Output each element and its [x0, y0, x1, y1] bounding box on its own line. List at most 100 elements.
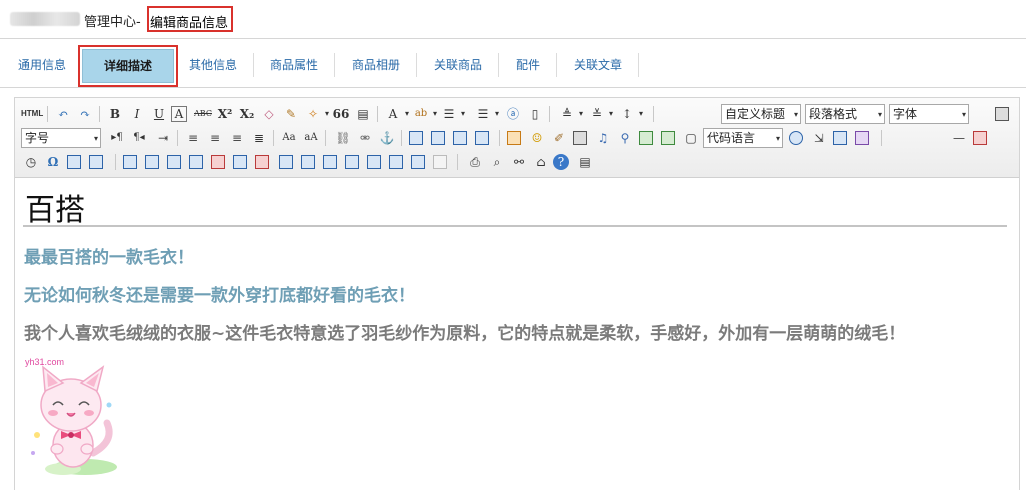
- tab-related-articles[interactable]: 关联文章: [558, 53, 640, 77]
- redo-icon[interactable]: ↷: [75, 104, 95, 124]
- strikethrough-icon[interactable]: ABC: [193, 104, 213, 124]
- image-none-icon[interactable]: [409, 131, 423, 145]
- eraser-icon[interactable]: ◇: [259, 104, 279, 124]
- snapscreen-icon[interactable]: [67, 155, 81, 169]
- breadcrumb-prefix[interactable]: 管理中心-: [84, 11, 141, 30]
- editor-content[interactable]: 百搭 最最百搭的一款毛衣！ 无论如何秋冬还是需要一款外穿打底都好看的毛衣！ 我个…: [15, 179, 1019, 491]
- preview-icon[interactable]: ⌕: [487, 152, 507, 172]
- toolbar-row-2: 字号 ▾ ▸¶ ¶◂ ⇥ ≡ ≡ ≡ ≣ Aa aA ⛓ ⚮ ⚓ ☺ ✐ ♫ ⚲…: [19, 128, 1015, 150]
- underline-icon[interactable]: U: [149, 104, 169, 124]
- heading-underline: [23, 225, 1007, 227]
- clipboard-icon[interactable]: ▤: [575, 152, 595, 172]
- table-props-icon[interactable]: [411, 155, 425, 169]
- date-icon[interactable]: [973, 131, 987, 145]
- ltr-icon[interactable]: ▸¶: [107, 128, 127, 148]
- quote-icon[interactable]: 66: [331, 104, 351, 124]
- insert-col-icon[interactable]: [233, 155, 247, 169]
- bold-icon[interactable]: B: [105, 104, 125, 124]
- tab-accessories[interactable]: 配件: [500, 53, 558, 77]
- uppercase-icon[interactable]: Aa: [279, 128, 299, 148]
- delete-col-icon[interactable]: [255, 155, 269, 169]
- chevron-down-icon[interactable]: ▾: [631, 104, 651, 124]
- rich-text-editor: HTML ↶ ↷ B I U A ABC X² X₂ ◇ ✎ ✧ ▾ 66 ▤ …: [14, 97, 1020, 490]
- link-icon[interactable]: ⛓: [333, 128, 353, 148]
- split-cells-icon[interactable]: [345, 155, 359, 169]
- insert-video-icon[interactable]: [573, 131, 587, 145]
- toolbar-row-3: ◷ Ω ⎙ ⌕ ⚯ ⌂ ? ▤: [19, 152, 1015, 174]
- undo-icon[interactable]: ↶: [53, 104, 73, 124]
- insert-paragraph-icon[interactable]: [167, 155, 181, 169]
- editor-toolbar: HTML ↶ ↷ B I U A ABC X² X₂ ◇ ✎ ✧ ▾ 66 ▤ …: [15, 98, 1019, 178]
- attachment-icon[interactable]: ⚲: [615, 128, 635, 148]
- draft-icon[interactable]: ⌂: [531, 152, 551, 172]
- delete-table-icon[interactable]: [145, 155, 159, 169]
- indent-icon[interactable]: ⇥: [153, 128, 173, 148]
- rtl-icon[interactable]: ¶◂: [129, 128, 149, 148]
- insert-table-icon[interactable]: [123, 155, 137, 169]
- cat-image[interactable]: yh31.com: [23, 357, 123, 477]
- search-replace-icon[interactable]: ⚯: [509, 152, 529, 172]
- gmap-icon[interactable]: [661, 131, 675, 145]
- tab-gallery[interactable]: 商品相册: [336, 53, 418, 77]
- chevron-down-icon[interactable]: ▾: [453, 104, 473, 124]
- delete-row-icon[interactable]: [211, 155, 225, 169]
- merge-down-icon[interactable]: [323, 155, 337, 169]
- html-source-button[interactable]: HTML: [21, 104, 43, 124]
- horizontal-rule-icon[interactable]: —: [949, 128, 969, 148]
- merge-cells-icon[interactable]: [279, 155, 293, 169]
- split-rows-icon[interactable]: [367, 155, 381, 169]
- unlink-icon[interactable]: ⚮: [355, 128, 375, 148]
- format-painter-icon[interactable]: ✎: [281, 104, 301, 124]
- time-icon[interactable]: ◷: [21, 152, 41, 172]
- lowercase-icon[interactable]: aA: [301, 128, 321, 148]
- align-right-icon[interactable]: ≡: [227, 128, 247, 148]
- cell-props-icon[interactable]: [433, 155, 447, 169]
- scrawl-icon[interactable]: ✐: [549, 128, 569, 148]
- insert-row-icon[interactable]: [189, 155, 203, 169]
- pagebreak-icon[interactable]: ⇲: [809, 128, 829, 148]
- font-border-icon[interactable]: A: [171, 106, 187, 122]
- background-icon[interactable]: [855, 131, 869, 145]
- frame-icon[interactable]: ▢: [681, 128, 701, 148]
- tab-detail-description[interactable]: 详细描述: [82, 49, 174, 83]
- code-language-select[interactable]: 代码语言 ▾: [703, 128, 783, 148]
- align-center-icon[interactable]: ≡: [205, 128, 225, 148]
- subscript-icon[interactable]: X₂: [237, 104, 257, 124]
- custom-heading-select[interactable]: 自定义标题 ▾: [721, 104, 801, 124]
- font-family-select[interactable]: 字体 ▾: [889, 104, 969, 124]
- clear-doc-icon[interactable]: ▯: [525, 104, 545, 124]
- split-cols-icon[interactable]: [389, 155, 403, 169]
- toolbar-row-1: HTML ↶ ↷ B I U A ABC X² X₂ ◇ ✎ ✧ ▾ 66 ▤ …: [19, 104, 1015, 126]
- music-icon[interactable]: ♫: [593, 128, 613, 148]
- webapp-icon[interactable]: [789, 131, 803, 145]
- tab-related-goods[interactable]: 关联商品: [418, 53, 500, 77]
- superscript-icon[interactable]: X²: [215, 104, 235, 124]
- insert-image-icon[interactable]: [507, 131, 521, 145]
- tab-attributes[interactable]: 商品属性: [254, 53, 336, 77]
- special-char-icon[interactable]: Ω: [43, 152, 63, 172]
- merge-right-icon[interactable]: [301, 155, 315, 169]
- map-icon[interactable]: [639, 131, 653, 145]
- print-icon[interactable]: ⎙: [465, 152, 485, 172]
- align-left-icon[interactable]: ≡: [183, 128, 203, 148]
- template-icon[interactable]: [833, 131, 847, 145]
- tab-other-info[interactable]: 其他信息: [173, 53, 255, 77]
- blurred-site-name: [10, 12, 80, 26]
- help-icon[interactable]: ?: [553, 154, 569, 170]
- font-size-select[interactable]: 字号 ▾: [21, 128, 101, 148]
- emotion-icon[interactable]: ☺: [527, 128, 547, 148]
- tab-general[interactable]: 通用信息: [2, 53, 84, 77]
- fullscreen-icon[interactable]: [995, 107, 1009, 121]
- selectall-icon[interactable]: ⓐ: [503, 104, 523, 124]
- paragraph-format-select[interactable]: 段落格式 ▾: [805, 104, 885, 124]
- image-left-icon[interactable]: [431, 131, 445, 145]
- align-justify-icon[interactable]: ≣: [249, 128, 269, 148]
- italic-icon[interactable]: I: [127, 104, 147, 124]
- anchor-icon[interactable]: ⚓: [377, 128, 397, 148]
- paste-text-icon[interactable]: ▤: [353, 104, 373, 124]
- word-image-icon[interactable]: [89, 155, 103, 169]
- image-right-icon[interactable]: [453, 131, 467, 145]
- image-center-icon[interactable]: [475, 131, 489, 145]
- content-line-2: 无论如何秋冬还是需要一款外穿打底都好看的毛衣！: [24, 286, 415, 306]
- page-header: 管理中心- 编辑商品信息: [0, 0, 1026, 38]
